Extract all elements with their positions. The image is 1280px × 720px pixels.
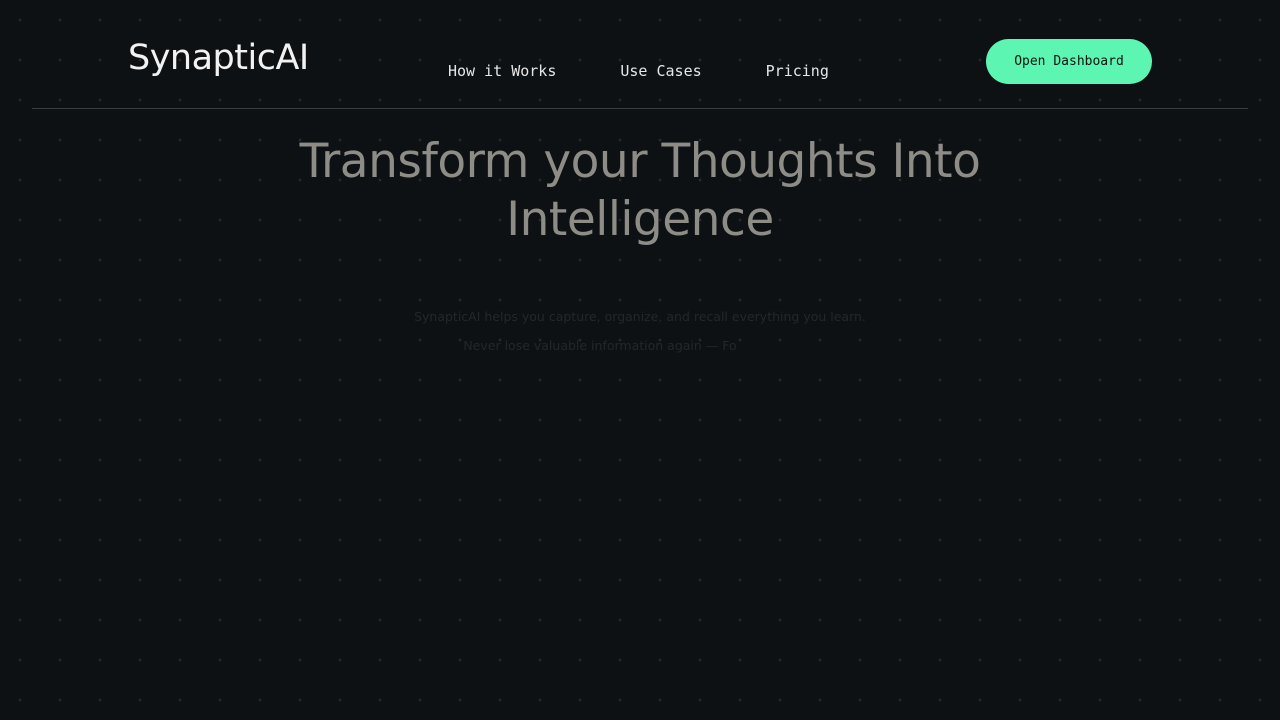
- site-header: SynapticAI How it Works Use Cases Pricin…: [0, 0, 1280, 109]
- nav-link-pricing[interactable]: Pricing: [766, 61, 829, 81]
- header-divider: [32, 108, 1248, 109]
- open-dashboard-button[interactable]: Open Dashboard: [986, 39, 1152, 84]
- hero-title: Transform your Thoughts Into Intelligenc…: [240, 133, 1040, 249]
- nav-link-how-it-works[interactable]: How it Works: [448, 61, 556, 81]
- hero-subtitle-line-1: SynapticAI helps you capture, organize, …: [414, 309, 866, 324]
- hero-subtitle-line-2: Never lose valuable information again — …: [463, 338, 737, 353]
- hero-title-line-2: Intelligence: [506, 192, 774, 247]
- hero-subtitle: SynapticAI helps you capture, organize, …: [340, 302, 940, 360]
- brand-logo[interactable]: SynapticAI: [128, 36, 309, 80]
- main-nav: How it Works Use Cases Pricing: [448, 61, 829, 81]
- nav-link-use-cases[interactable]: Use Cases: [620, 61, 701, 81]
- hero-title-line-1: Transform your Thoughts Into: [299, 134, 981, 189]
